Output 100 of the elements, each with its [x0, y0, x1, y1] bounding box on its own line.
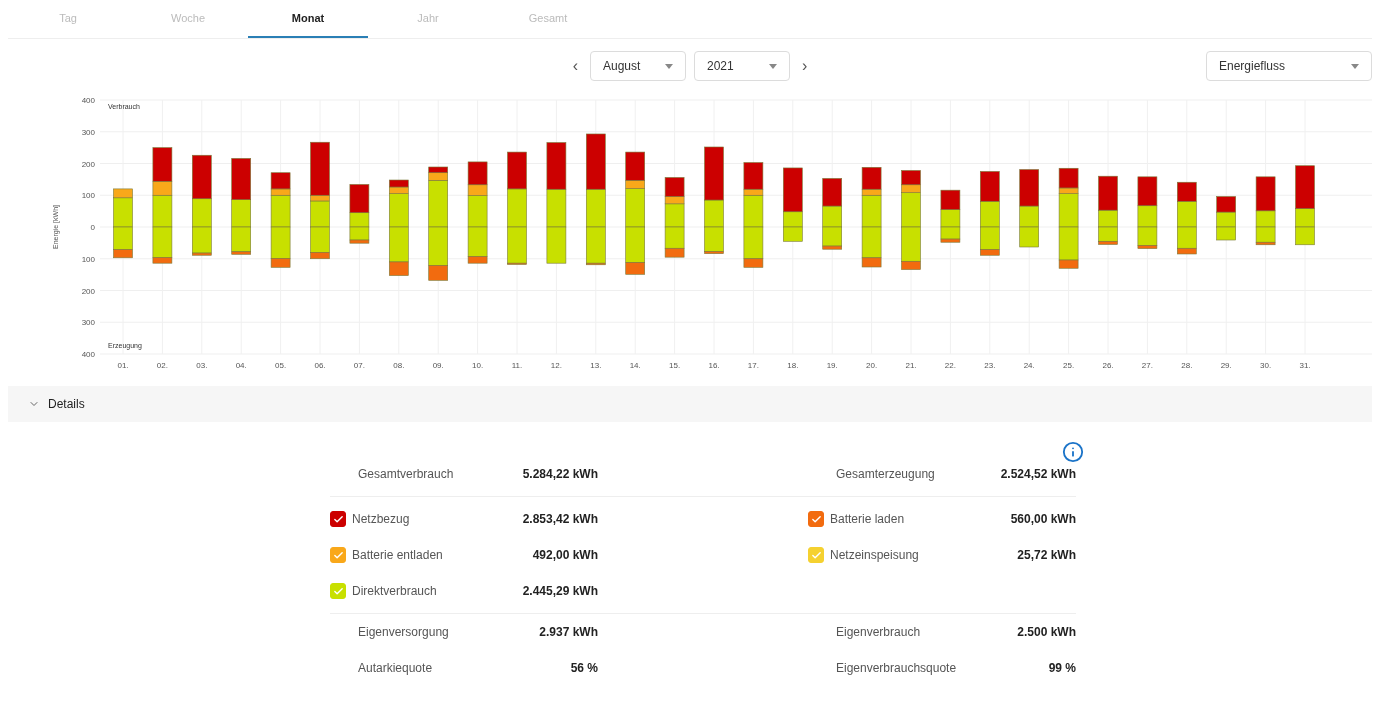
- bar-segment: [1137, 205, 1158, 228]
- previous-month-button[interactable]: ‹: [568, 54, 582, 78]
- detail-label: Eigenversorgung: [358, 624, 449, 641]
- x-tick-label: 05.: [275, 361, 287, 370]
- check-icon: [332, 513, 344, 525]
- y-tick-label: 200: [81, 159, 95, 169]
- bar-segment: [546, 142, 567, 190]
- details-header[interactable]: Details: [8, 386, 1372, 422]
- y-tick-label: 200: [81, 286, 95, 296]
- bar-segment: [586, 133, 606, 190]
- detail-value: 560,00 kWh: [1010, 511, 1076, 528]
- detail-value: 2.853,42 kWh: [522, 511, 598, 528]
- detail-value: 5.284,22 kWh: [522, 466, 598, 483]
- bar-segment: [783, 226, 803, 242]
- detail-value: 25,72 kWh: [1017, 547, 1076, 564]
- x-tick-label: 14.: [629, 361, 641, 370]
- x-tick-label: 18.: [787, 361, 799, 370]
- x-tick-label: 21.: [905, 361, 917, 370]
- bar-segment: [546, 188, 567, 228]
- x-tick-label: 02.: [156, 361, 168, 370]
- y-tick-label: 300: [81, 127, 95, 137]
- bar-segment: [1177, 201, 1197, 228]
- detail-label: Netzeinspeisung: [830, 547, 919, 564]
- detail-label: Autarkiequote: [358, 660, 433, 677]
- x-tick-label: 04.: [235, 361, 247, 370]
- dropdown-caret-icon: [665, 63, 673, 69]
- x-tick-label: 16.: [708, 361, 720, 370]
- bar-segment: [1216, 226, 1236, 241]
- bar-segment: [1137, 176, 1158, 207]
- x-tick-label: 23.: [984, 361, 996, 370]
- check-icon: [332, 549, 344, 561]
- bar-segment: [586, 188, 606, 228]
- detail-label: Gesamtverbrauch: [358, 466, 454, 483]
- legend-checkbox[interactable]: [330, 547, 346, 563]
- detail-label: Direktverbrauch: [352, 583, 437, 600]
- x-tick-label: 11.: [511, 361, 523, 370]
- detail-label: Batterie entladen: [352, 547, 443, 564]
- x-tick-label: 10.: [472, 361, 484, 370]
- x-tick-label: 31.: [1299, 361, 1311, 370]
- x-tick-label: 01.: [117, 361, 129, 370]
- bar-segment: [940, 189, 961, 210]
- detail-value: 492,00 kWh: [532, 547, 598, 564]
- detail-label: Gesamterzeugung: [836, 466, 935, 483]
- x-tick-label: 24.: [1023, 361, 1035, 370]
- year-select[interactable]: 2021: [694, 51, 790, 81]
- check-icon: [810, 513, 822, 525]
- bar-segment: [389, 179, 409, 188]
- bar-segment: [1216, 196, 1236, 213]
- x-tick-label: 17.: [747, 361, 759, 370]
- bar-segment: [980, 171, 1000, 202]
- y-tick-label: 100: [81, 191, 95, 201]
- x-tick-label: 30.: [1260, 361, 1272, 370]
- y-tick-label: 0: [90, 223, 95, 232]
- x-tick-label: 03.: [196, 361, 208, 370]
- x-tick-label: 26.: [1102, 361, 1114, 370]
- x-tick-label: 28.: [1181, 361, 1193, 370]
- detail-value: 56 %: [570, 660, 598, 677]
- x-tick-label: 22.: [944, 361, 956, 370]
- y-tick-label: 300: [81, 318, 95, 328]
- bar-segment: [1295, 226, 1315, 246]
- next-month-button[interactable]: ›: [798, 54, 812, 78]
- y-tick-label: 100: [81, 254, 95, 264]
- x-tick-label: 13.: [590, 361, 602, 370]
- dropdown-caret-icon: [769, 63, 777, 69]
- check-icon: [332, 585, 344, 597]
- y-tick-label: 400: [81, 350, 95, 359]
- detail-value: 99 %: [1048, 660, 1076, 677]
- info-icon[interactable]: [1062, 441, 1084, 463]
- x-tick-label: 29.: [1220, 361, 1232, 370]
- x-tick-label: 06.: [314, 361, 326, 370]
- detail-value: 2.500 kWh: [1017, 624, 1076, 641]
- dropdown-caret-icon: [1351, 63, 1359, 69]
- x-tick-label: 27.: [1141, 361, 1153, 370]
- y-tick-label: 400: [81, 96, 95, 105]
- x-tick-label: 08.: [393, 361, 405, 370]
- bar-segment: [546, 226, 567, 264]
- legend-checkbox[interactable]: [808, 511, 824, 527]
- detail-value: 2.937 kWh: [539, 624, 598, 641]
- period-tab[interactable]: Monat: [248, 0, 368, 38]
- legend-checkbox[interactable]: [330, 511, 346, 527]
- x-tick-label: 12.: [550, 361, 562, 370]
- x-tick-label: 09.: [432, 361, 444, 370]
- detail-value: 2.445,29 kWh: [522, 583, 598, 600]
- detail-label: Eigenverbrauchsquote: [836, 660, 957, 677]
- x-tick-label: 15.: [669, 361, 681, 370]
- bar-segment: [507, 151, 527, 190]
- check-icon: [810, 549, 822, 561]
- detail-label: Eigenverbrauch: [836, 624, 921, 641]
- detail-label: Netzbezug: [352, 511, 410, 528]
- x-tick-label: 20.: [866, 361, 878, 370]
- month-select[interactable]: August: [590, 51, 686, 81]
- bar-segment: [822, 178, 842, 207]
- x-tick-label: 07.: [353, 361, 365, 370]
- x-tick-label: 25.: [1063, 361, 1075, 370]
- x-tick-label: 19.: [826, 361, 838, 370]
- detail-label: Batterie laden: [830, 511, 905, 528]
- view-select[interactable]: Energiefluss: [1206, 51, 1372, 81]
- detail-value: 2.524,52 kWh: [1000, 466, 1076, 483]
- bar-segment: [1177, 181, 1197, 202]
- bar-segment: [980, 201, 1000, 228]
